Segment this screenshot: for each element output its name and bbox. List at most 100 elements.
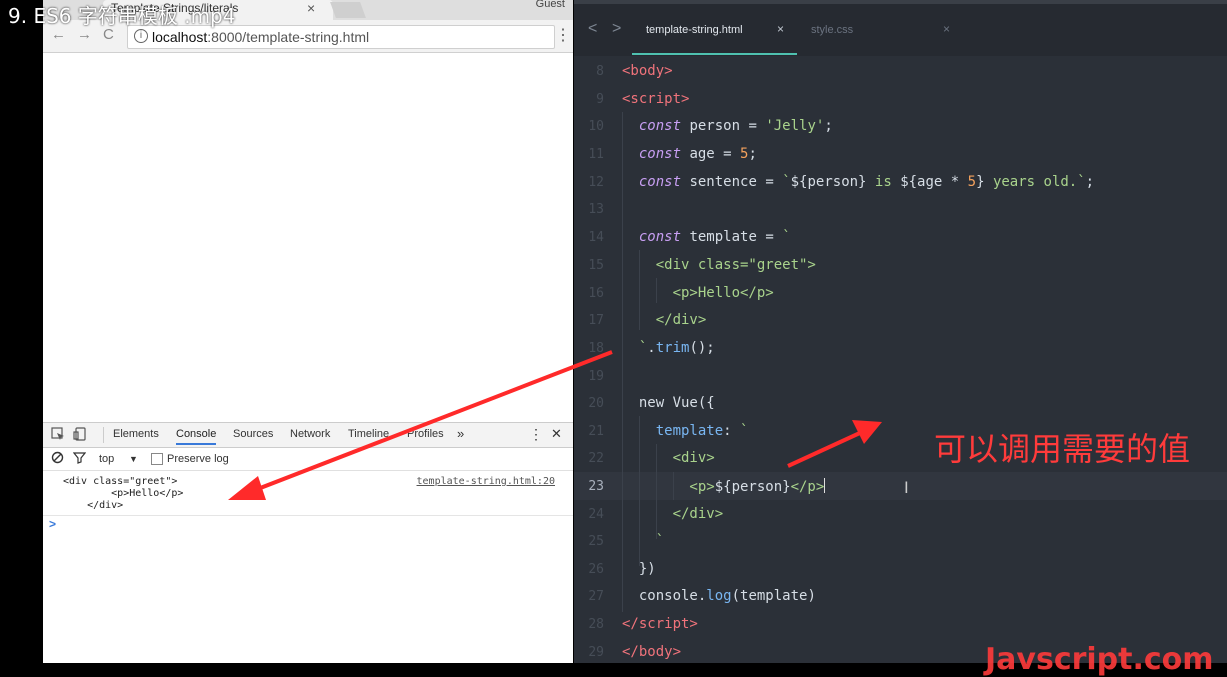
devtools-more-tabs-icon[interactable]: »: [457, 426, 464, 441]
editor-forward-icon[interactable]: >: [612, 20, 621, 38]
new-tab-button[interactable]: [330, 2, 366, 18]
log-line: <div class="greet">: [63, 476, 178, 487]
page-viewport: [43, 53, 573, 422]
line-number: 8: [596, 64, 604, 79]
editor-tab-style-css[interactable]: style.css: [811, 24, 853, 36]
code-line[interactable]: </div>: [622, 506, 724, 522]
line-number: 10: [588, 119, 604, 134]
code-line[interactable]: const person = 'Jelly';: [622, 118, 833, 134]
forward-arrow-icon[interactable]: →: [77, 26, 92, 43]
code-line[interactable]: `.trim();: [622, 340, 715, 356]
code-line[interactable]: <script>: [622, 91, 689, 107]
code-line[interactable]: const template = `: [622, 229, 791, 245]
line-number: 13: [588, 202, 604, 217]
code-line[interactable]: console.log(template): [622, 588, 816, 604]
code-line[interactable]: </div>: [622, 312, 707, 328]
devtools-tab-profiles[interactable]: Profiles: [407, 428, 444, 440]
line-number: 17: [588, 313, 604, 328]
devtools-tab-timeline[interactable]: Timeline: [348, 428, 389, 440]
back-arrow-icon[interactable]: ←: [51, 26, 66, 43]
code-line[interactable]: <p>Hello</p>: [622, 285, 774, 301]
console-prompt[interactable]: >: [49, 517, 56, 531]
info-icon[interactable]: i: [134, 29, 148, 43]
code-line[interactable]: <div>: [622, 450, 715, 466]
context-selector[interactable]: top: [99, 453, 114, 465]
editor-tabbar: < > template-string.html × style.css ×: [574, 0, 1227, 56]
console-toolbar: top ▼ Preserve log: [43, 448, 573, 471]
url-host: localhost: [152, 29, 208, 45]
line-number: 22: [588, 451, 604, 466]
code-line[interactable]: <p>${person}</p>: [622, 478, 826, 495]
preserve-log-checkbox[interactable]: [151, 453, 163, 465]
line-number: 24: [588, 507, 604, 522]
code-line[interactable]: </script>: [622, 616, 698, 632]
device-mode-icon[interactable]: [73, 427, 87, 441]
line-number: 15: [588, 258, 604, 273]
inspect-element-icon[interactable]: [51, 427, 65, 441]
devtools-tab-sources[interactable]: Sources: [233, 428, 273, 440]
devtools-tabbar: Elements Console Sources Network Timelin…: [43, 423, 573, 448]
tab-close-icon[interactable]: ×: [307, 0, 315, 16]
line-number: 20: [588, 396, 604, 411]
line-number: 27: [588, 589, 604, 604]
line-number: 26: [588, 562, 604, 577]
filter-icon[interactable]: [72, 451, 87, 467]
editor-top-border: [574, 0, 1227, 4]
code-line[interactable]: `: [622, 533, 664, 549]
browser-window: Template Strings/literals × Guest ← → C …: [43, 0, 573, 663]
video-title: 9. ES6 字符串模板 .mp4: [8, 4, 236, 28]
annotation-text: 可以调用需要的值: [934, 430, 1191, 468]
line-number: 9: [596, 92, 604, 107]
code-editor: < > template-string.html × style.css × 8…: [574, 0, 1227, 663]
code-line[interactable]: template: `: [622, 423, 749, 439]
url-text[interactable]: localhost:8000/template-string.html: [152, 29, 369, 45]
line-number: 14: [588, 230, 604, 245]
preserve-log-label: Preserve log: [167, 453, 229, 465]
code-line[interactable]: </body>: [622, 644, 681, 660]
line-number: 19: [588, 369, 604, 384]
devtools-tab-console[interactable]: Console: [176, 428, 217, 445]
log-line: </div>: [63, 500, 124, 511]
code-line[interactable]: <body>: [622, 63, 673, 79]
mouse-ibeam-cursor-icon: I: [904, 478, 909, 497]
devtools-menu-icon[interactable]: ⋮: [529, 426, 543, 443]
line-number: 23: [588, 479, 604, 494]
line-number: 28: [588, 617, 604, 632]
code-line[interactable]: <div class="greet">: [622, 257, 816, 273]
log-source-link[interactable]: template-string.html:20: [417, 476, 555, 487]
devtools-close-icon[interactable]: ✕: [551, 426, 562, 442]
devtools-separator: [103, 427, 104, 443]
line-number: 12: [588, 175, 604, 190]
editor-back-icon[interactable]: <: [588, 20, 597, 38]
screen: 9. ES6 字符串模板 .mp4 Template Strings/liter…: [0, 0, 1227, 677]
devtools-tab-network[interactable]: Network: [290, 428, 330, 440]
line-number: 21: [588, 424, 604, 439]
tab-close-icon[interactable]: ×: [777, 22, 784, 36]
devtools-tab-elements[interactable]: Elements: [113, 428, 159, 440]
code-line[interactable]: const sentence = `${person} is ${age * 5…: [622, 174, 1094, 190]
code-line[interactable]: new Vue({: [622, 395, 715, 411]
tab-close-icon[interactable]: ×: [943, 22, 950, 36]
profile-label[interactable]: Guest: [536, 0, 565, 10]
line-number: 25: [588, 534, 604, 549]
browser-menu-icon[interactable]: ⋮: [555, 25, 571, 45]
context-dropdown-icon[interactable]: ▼: [129, 454, 138, 464]
devtools-panel: Elements Console Sources Network Timelin…: [43, 422, 573, 663]
reload-icon[interactable]: C: [103, 26, 114, 43]
console-log-entry: <div class="greet"> <p>Hello</p> </div> …: [43, 471, 573, 516]
line-number: 11: [588, 147, 604, 162]
address-bar[interactable]: i localhost:8000/template-string.html: [127, 25, 555, 49]
line-number: 29: [588, 645, 604, 660]
editor-tab-template-string[interactable]: template-string.html: [646, 24, 743, 36]
watermark-text: Javscript.com: [985, 642, 1214, 677]
clear-console-icon[interactable]: [51, 451, 64, 467]
text-caret: [824, 478, 826, 493]
line-number: 16: [588, 286, 604, 301]
code-line[interactable]: const age = 5;: [622, 146, 757, 162]
active-tab-indicator: [632, 53, 797, 55]
log-line: <p>Hello</p>: [63, 488, 184, 499]
line-number: 18: [588, 341, 604, 356]
line-number-gutter: 8 9 10 11 12 13 14 15 16 17 18 19 20 21 22 23 24 25 26 27 28…: [574, 56, 612, 663]
url-path: :8000/template-string.html: [207, 29, 370, 45]
code-line[interactable]: }): [622, 561, 656, 577]
